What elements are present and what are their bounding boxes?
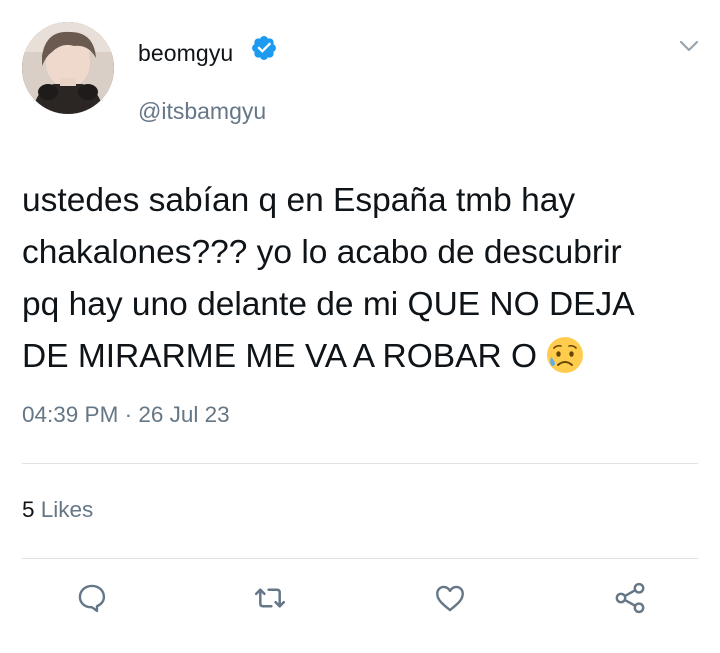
tweet-timestamp[interactable]: 04:39 PM · 26 Jul 23 — [22, 402, 230, 428]
display-name[interactable]: beomgyu — [138, 40, 233, 67]
reply-button[interactable] — [72, 578, 112, 618]
divider — [22, 463, 698, 464]
likes-label: Likes — [40, 497, 94, 522]
like-button[interactable] — [430, 578, 470, 618]
avatar-image — [22, 22, 114, 114]
likes-count: 5 — [22, 497, 35, 522]
tweet-date: 26 Jul 23 — [138, 402, 230, 427]
meta-separator: · — [124, 402, 133, 427]
tweet-text: ustedes sabían q en España tmb hay chaka… — [22, 175, 702, 383]
tweet-header: beomgyu @itsbamgyu — [22, 22, 702, 125]
tweet-text-content: ustedes sabían q en España tmb hay chaka… — [22, 182, 635, 375]
user-handle[interactable]: @itsbamgyu — [138, 98, 266, 125]
verified-badge-icon — [252, 36, 276, 60]
reply-icon — [78, 584, 106, 613]
share-button[interactable] — [610, 578, 650, 618]
likes-stat[interactable]: 5 Likes — [22, 497, 93, 523]
sad-but-relieved-face-icon — [547, 337, 584, 373]
divider — [22, 558, 698, 559]
avatar[interactable] — [22, 22, 114, 114]
retweet-icon — [254, 588, 286, 608]
tweet-time: 04:39 PM — [22, 402, 119, 427]
tweet-card: beomgyu @itsbamgyu ustedes sabían q en E… — [0, 0, 720, 653]
tweet-actions — [0, 578, 720, 622]
share-icon — [615, 582, 645, 614]
chevron-down-icon[interactable] — [678, 38, 700, 54]
retweet-button[interactable] — [250, 578, 290, 618]
heart-icon — [436, 585, 464, 612]
